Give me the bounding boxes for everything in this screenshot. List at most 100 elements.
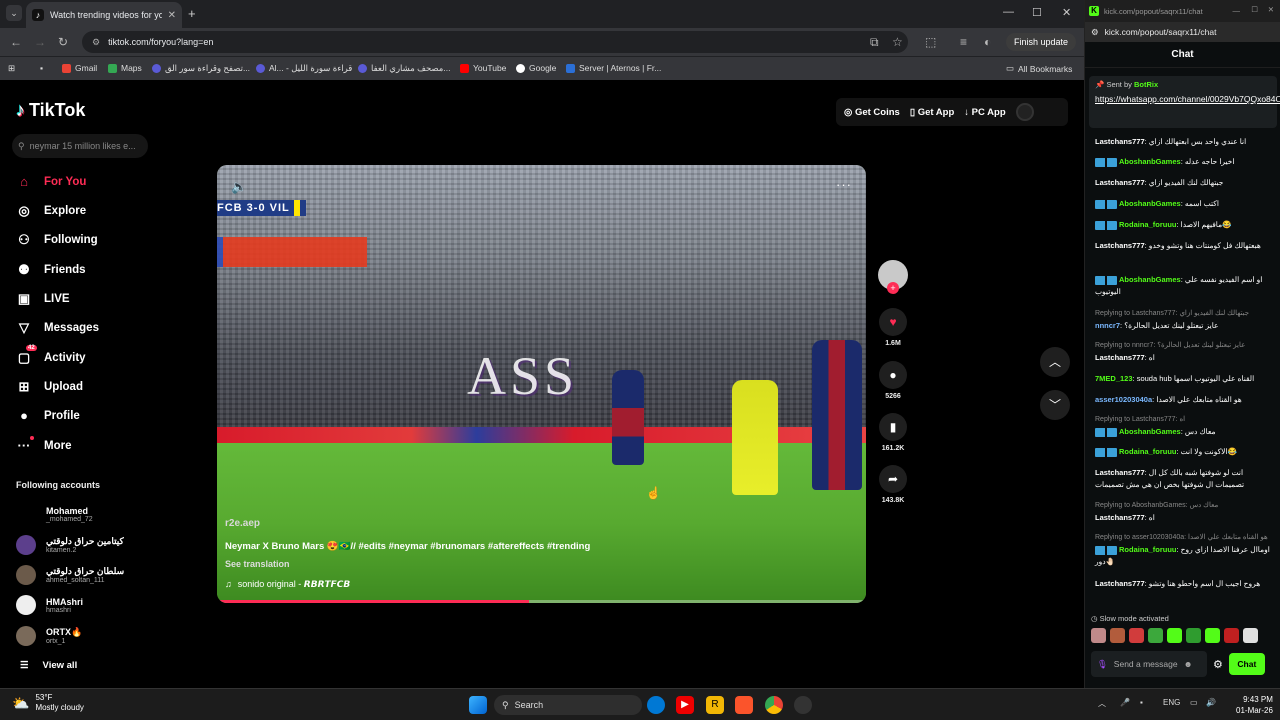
emote-icon[interactable] [1186,628,1201,643]
tab-search-icon[interactable]: ⌄ [6,5,22,21]
edge-icon[interactable] [647,696,665,714]
bookmark-quran-2[interactable]: Al... - قراءة سورة الليل [256,63,352,74]
bookmark-maps[interactable]: Maps [108,63,142,73]
following-account[interactable]: سلطان حراق دلوقتي ahmed_soltan_111 [16,565,124,585]
video-app-icon[interactable]: ▶ [676,696,694,714]
bookmark-chrome-icon[interactable]: ▪ [40,63,43,73]
nav-more[interactable]: ··· More [16,436,71,453]
all-bookmarks[interactable]: ▭ All Bookmarks [1006,63,1072,74]
comment-button[interactable]: ● 5266 [875,361,911,400]
forward-icon[interactable]: → [34,35,46,49]
network-icon[interactable]: ▭ [1190,698,1198,707]
get-coins-button[interactable]: ◎ Get Coins [844,107,900,118]
taskbar-clock[interactable]: 9:43 PM 01-Mar-26 [1236,694,1273,716]
install-icon[interactable]: ⧉ [870,35,879,50]
pinned-link[interactable]: https://whatsapp.com/channel/0029Vb7QQxo… [1095,93,1280,105]
maximize-icon[interactable]: ☐ [1032,6,1042,19]
share-button[interactable]: ➦ 143.8K [875,465,911,504]
new-tab-icon[interactable]: + [188,6,196,21]
chat-input[interactable]: 🎙 Send a message ☻ [1091,651,1207,677]
tiktok-logo[interactable]: ♪ TikTok [16,100,85,121]
chrome-icon[interactable] [765,696,783,714]
bookmark-youtube[interactable]: YouTube [460,63,506,73]
following-account[interactable]: HMAshri hmashri [16,595,83,615]
like-button[interactable]: ♥ 1.6M [875,308,911,347]
follow-plus-icon[interactable]: + [887,282,899,294]
address-bar[interactable]: ⚙ tiktok.com/foryou?lang=en [82,31,908,53]
nav-profile[interactable]: ● Profile [16,408,80,423]
user-avatar[interactable] [1015,103,1034,121]
emote-icon[interactable] [1224,628,1239,643]
video-author[interactable]: r2e.aep [225,518,260,529]
close-window-icon[interactable]: ✕ [1268,5,1274,14]
nav-explore[interactable]: ◎ Explore [16,203,86,219]
weather-widget[interactable]: ⛅ 53°F Mostly cloudy [12,693,84,713]
taskbar-search[interactable]: ⚲ Search [494,695,642,715]
tray-app-icon[interactable]: ▪ [1140,698,1143,707]
github-icon[interactable] [794,696,812,714]
minimize-icon[interactable]: — [1233,6,1241,15]
emote-icon[interactable] [1129,628,1144,643]
emoji-icon[interactable]: ☻ [1184,659,1193,669]
chat-send-button[interactable]: Chat [1228,653,1265,675]
bookmark-star-icon[interactable]: ☆ [892,35,903,49]
get-app-button[interactable]: ▯ Get App [910,107,954,118]
nav-friends[interactable]: ⚉ Friends [16,262,85,278]
emote-icon[interactable] [1243,628,1258,643]
creator-avatar-button[interactable]: + [875,260,911,294]
minimize-icon[interactable]: — [1003,6,1014,18]
maximize-icon[interactable]: ☐ [1251,5,1258,14]
search-input[interactable]: ⚲ neymar 15 million likes e... [12,134,148,158]
tray-mic-icon[interactable]: 🎤 [1120,698,1130,707]
brave-icon[interactable] [735,696,753,714]
site-info-icon[interactable]: ⚙ [92,37,100,48]
previous-video-button[interactable]: ︿ [1040,347,1070,377]
nav-upload[interactable]: ⊞ Upload [16,379,83,395]
nav-following[interactable]: ⚇ Following [16,232,97,248]
following-account[interactable]: ORTX🔥 ortx_1 [16,626,82,646]
following-account[interactable]: Mohamed _mohamed_72 [16,504,93,524]
emote-icon[interactable] [1110,628,1125,643]
view-all-button[interactable]: ☰ View all [20,660,77,671]
tab-tiktok[interactable]: ♪ Watch trending videos for you ✕ [26,2,182,28]
video-player[interactable]: FCB 3-0 VIL ASS 🔈 ··· r2e.aep Neymar X B… [217,165,866,603]
emote-icon[interactable] [1148,628,1163,643]
emote-icon[interactable] [1205,628,1220,643]
nav-for-you[interactable]: ⌂ For You [16,174,86,189]
profile-icon[interactable]: ◐ [984,35,991,49]
emote-icon[interactable] [1167,628,1182,643]
more-options-icon[interactable]: ··· [836,177,852,192]
see-translation-link[interactable]: See translation [225,559,290,569]
next-video-button[interactable]: ﹀ [1040,390,1070,420]
kick-address-bar[interactable]: ⚙ kick.com/popout/saqrx11/chat [1085,22,1280,42]
bookmark-gmail[interactable]: Gmail [62,63,97,73]
bookmark-aternos[interactable]: Server | Aternos | Fr... [566,63,661,73]
media-icon[interactable]: ≡ [960,35,967,49]
reload-icon[interactable]: ↻ [58,35,68,49]
close-window-icon[interactable]: ✕ [1062,6,1071,19]
back-icon[interactable]: ← [10,35,22,49]
save-button[interactable]: ▮ 161.2K [875,413,911,452]
pc-app-button[interactable]: ↓ PC App [964,107,1005,118]
emote-icon[interactable] [1091,628,1106,643]
settings-gear-icon[interactable]: ⚙ [1213,658,1223,671]
nav-activity[interactable]: ▢ 42 Activity [16,345,86,366]
finish-update-button[interactable]: Finish update [1006,33,1077,51]
bookmark-quran-3[interactable]: مصحف مشاري العفا... [358,63,450,74]
bookmark-quran-1[interactable]: تصفح وقراءة سور الق... [152,63,250,74]
nav-messages[interactable]: ▽ Messages [16,320,99,336]
app-r-icon[interactable]: R [706,696,724,714]
volume-icon[interactable]: 🔈 [231,179,247,195]
extensions-icon[interactable]: ⬚ [925,35,936,49]
following-account[interactable]: كيتامين حراق دلوقتي kitamen.2 [16,535,124,555]
video-sound[interactable]: ♫ sonido original - 𝙍𝘽𝙍𝙏𝙁𝘾𝘽 [225,579,350,590]
volume-icon[interactable]: 🔊 [1206,698,1216,707]
bookmark-google[interactable]: Google [516,63,556,73]
nav-live[interactable]: ▣ LIVE [16,291,70,307]
apps-icon[interactable]: ⊞ [8,63,15,74]
tray-chevron-icon[interactable]: ︿ [1098,698,1106,709]
start-menu-icon[interactable] [469,696,487,714]
microphone-icon[interactable]: 🎙 [1097,659,1108,670]
tab-close-icon[interactable]: ✕ [168,10,176,21]
language-indicator[interactable]: ENG [1163,698,1180,707]
